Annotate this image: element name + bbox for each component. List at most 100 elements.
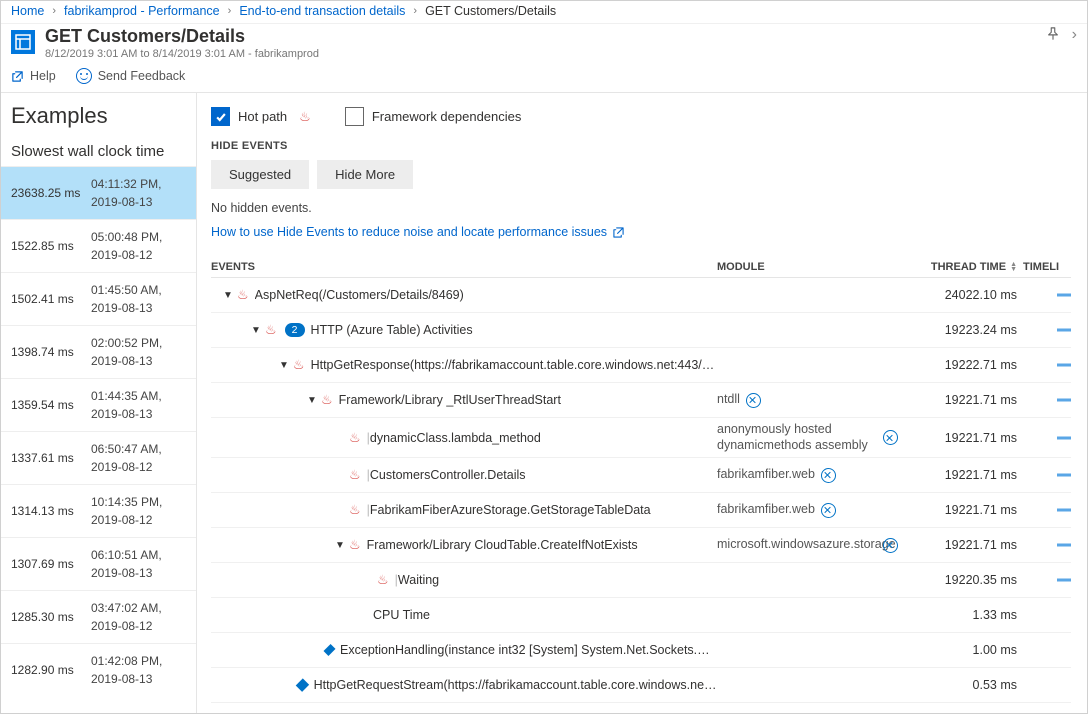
breadcrumb: Home› fabrikamprod - Performance› End-to… xyxy=(1,1,1087,24)
thread-time: 19220.35 ms xyxy=(907,573,1023,587)
timeline-bar xyxy=(1057,399,1071,402)
hide-events-label: HIDE EVENTS xyxy=(211,140,1087,152)
timeline-bar xyxy=(1057,509,1071,512)
module-remove-icon[interactable] xyxy=(821,468,836,483)
flame-icon: ♨ xyxy=(321,392,333,408)
event-label: CustomersController.Details xyxy=(370,468,526,482)
example-row[interactable]: 1285.30 ms03:47:02 AM,2019-08-12 xyxy=(1,590,196,643)
thread-time: 19221.71 ms xyxy=(907,393,1023,407)
breadcrumb-home[interactable]: Home xyxy=(11,4,44,18)
module-remove-icon[interactable] xyxy=(746,393,761,408)
event-row[interactable]: HttpGetRequestStream(https://fabrikamacc… xyxy=(211,668,1071,703)
send-feedback-link[interactable]: Send Feedback xyxy=(76,68,186,84)
expand-arrow[interactable] xyxy=(307,638,321,663)
event-label: ExceptionHandling(instance int32 [System… xyxy=(340,643,717,657)
event-row[interactable]: ExceptionHandling(instance int32 [System… xyxy=(211,633,1071,668)
page-subtitle: 8/12/2019 3:01 AM to 8/14/2019 3:01 AM -… xyxy=(45,48,319,60)
event-label: Framework/Library _RtlUserThreadStart xyxy=(339,393,561,407)
module-remove-icon[interactable] xyxy=(821,503,836,518)
module-remove-icon[interactable] xyxy=(883,430,898,445)
expand-arrow[interactable] xyxy=(335,540,345,551)
frameworkdep-label: Framework dependencies xyxy=(372,109,522,124)
event-row[interactable]: CPU Time 1.33 ms xyxy=(211,598,1071,633)
flame-icon: ♨ xyxy=(299,109,311,125)
flame-icon: ♨ xyxy=(293,357,305,373)
event-row[interactable]: ♨ | dynamicClass.lambda_methodanonymousl… xyxy=(211,418,1071,458)
breadcrumb-e2e[interactable]: End-to-end transaction details xyxy=(239,4,405,18)
expand-arrow[interactable] xyxy=(223,290,233,301)
smiley-icon xyxy=(76,68,92,84)
breadcrumb-perf[interactable]: fabrikamprod - Performance xyxy=(64,4,220,18)
timeline-bar xyxy=(1057,579,1071,582)
event-row[interactable]: ♨Framework/Library _RtlUserThreadStartnt… xyxy=(211,383,1071,418)
event-row[interactable]: ♨ | CustomersController.Detailsfabrikamf… xyxy=(211,458,1071,493)
example-row[interactable]: 23638.25 ms04:11:32 PM,2019-08-13 xyxy=(1,166,196,219)
col-module[interactable]: MODULE xyxy=(717,261,907,273)
event-row[interactable]: ♨ HttpGetResponse(https://fabrikamaccount… xyxy=(211,348,1071,383)
expand-arrow[interactable] xyxy=(279,360,289,371)
event-row[interactable]: ♨ AspNetReq(/Customers/Details/8469) 24022… xyxy=(211,278,1071,313)
thread-time: 19221.71 ms xyxy=(907,431,1023,445)
example-row[interactable]: 1314.13 ms10:14:35 PM,2019-08-12 xyxy=(1,484,196,537)
example-row[interactable]: 1337.61 ms06:50:47 AM,2019-08-12 xyxy=(1,431,196,484)
pin-button[interactable] xyxy=(1046,27,1060,44)
event-row[interactable]: ♨ 2 HTTP (Azure Table) Activities 19223.24 … xyxy=(211,313,1071,348)
thread-time: 1.00 ms xyxy=(907,643,1023,657)
expand-arrow[interactable] xyxy=(307,395,317,406)
howto-link[interactable]: How to use Hide Events to reduce noise a… xyxy=(211,225,624,239)
timeline-bar xyxy=(1057,436,1071,439)
thread-time: 24022.10 ms xyxy=(907,288,1023,302)
timeline-bar xyxy=(1057,474,1071,477)
expand-arrow[interactable] xyxy=(251,708,265,713)
thread-time: 19221.71 ms xyxy=(907,503,1023,517)
diamond-icon xyxy=(323,644,335,656)
col-thread[interactable]: THREAD TIME▲▼ xyxy=(907,261,1023,273)
page-icon xyxy=(11,30,35,54)
event-row[interactable]: ♨ Framework/Library CloudTable.CreateIfNo… xyxy=(211,528,1071,563)
example-row[interactable]: 1359.54 ms01:44:35 AM,2019-08-13 xyxy=(1,378,196,431)
count-badge: 2 xyxy=(285,323,305,337)
examples-subtitle: Slowest wall clock time xyxy=(11,143,186,160)
suggested-button[interactable]: Suggested xyxy=(211,160,309,189)
example-row[interactable]: 1282.90 ms01:42:08 PM,2019-08-13 xyxy=(1,643,196,696)
event-label: AspNetReq(/Customers/Details/8469) xyxy=(255,288,464,302)
flame-icon: ♨ xyxy=(349,467,361,483)
event-label: HTTP (Azure Table) Activities xyxy=(311,323,473,337)
example-row[interactable]: 1307.69 ms06:10:51 AM,2019-08-13 xyxy=(1,537,196,590)
example-row[interactable]: 1502.41 ms01:45:50 AM,2019-08-13 xyxy=(1,272,196,325)
sort-icon: ▲▼ xyxy=(1010,262,1017,272)
event-label: Framework/Library CloudTable.CreateIfNot… xyxy=(367,538,638,552)
events-panel: Hot path ♨ Framework dependencies HIDE E… xyxy=(197,93,1087,713)
event-label: CPU Time xyxy=(373,608,430,622)
events-header: EVENTS MODULE THREAD TIME▲▼ TIMELI xyxy=(211,257,1071,278)
event-label: FabrikamFiberAzureStorage.GetStorageTabl… xyxy=(370,503,651,517)
no-hidden-events: No hidden events. xyxy=(211,201,1087,215)
help-link[interactable]: Help xyxy=(11,69,56,83)
flame-icon: ♨ xyxy=(349,537,361,553)
frameworkdep-checkbox[interactable] xyxy=(345,107,364,126)
examples-title: Examples xyxy=(11,103,186,129)
event-label: HttpGetRequestStream(https://fabrikamacc… xyxy=(314,678,717,692)
event-row[interactable]: ExceptionHandling(instance class System.… xyxy=(211,703,1071,713)
module-remove-icon[interactable] xyxy=(883,538,898,553)
col-events[interactable]: EVENTS xyxy=(211,261,717,273)
thread-time: 0.53 ms xyxy=(907,678,1023,692)
event-row[interactable]: ♨ | Waiting19220.35 ms xyxy=(211,563,1071,598)
expand-button[interactable]: › xyxy=(1072,26,1077,44)
thread-time: 19221.71 ms xyxy=(907,468,1023,482)
hotpath-checkbox[interactable] xyxy=(211,107,230,126)
thread-time: 1.33 ms xyxy=(907,608,1023,622)
event-label: HttpGetResponse(https://fabrikamaccount.… xyxy=(311,358,717,372)
examples-panel: Examples Slowest wall clock time 23638.2… xyxy=(1,93,197,713)
page-title: GET Customers/Details xyxy=(45,26,319,47)
flame-icon: ♨ xyxy=(237,287,249,303)
col-timeline[interactable]: TIMELI xyxy=(1023,261,1071,273)
event-row[interactable]: ♨ | FabrikamFiberAzureStorage.GetStorage… xyxy=(211,493,1071,528)
expand-arrow[interactable] xyxy=(251,325,261,336)
example-row[interactable]: 1522.85 ms05:00:48 PM,2019-08-12 xyxy=(1,219,196,272)
example-row[interactable]: 1398.74 ms02:00:52 PM,2019-08-13 xyxy=(1,325,196,378)
hide-more-button[interactable]: Hide More xyxy=(317,160,413,189)
expand-arrow[interactable] xyxy=(279,673,293,698)
thread-time: 19223.24 ms xyxy=(907,323,1023,337)
flame-icon: ♨ xyxy=(265,322,277,338)
